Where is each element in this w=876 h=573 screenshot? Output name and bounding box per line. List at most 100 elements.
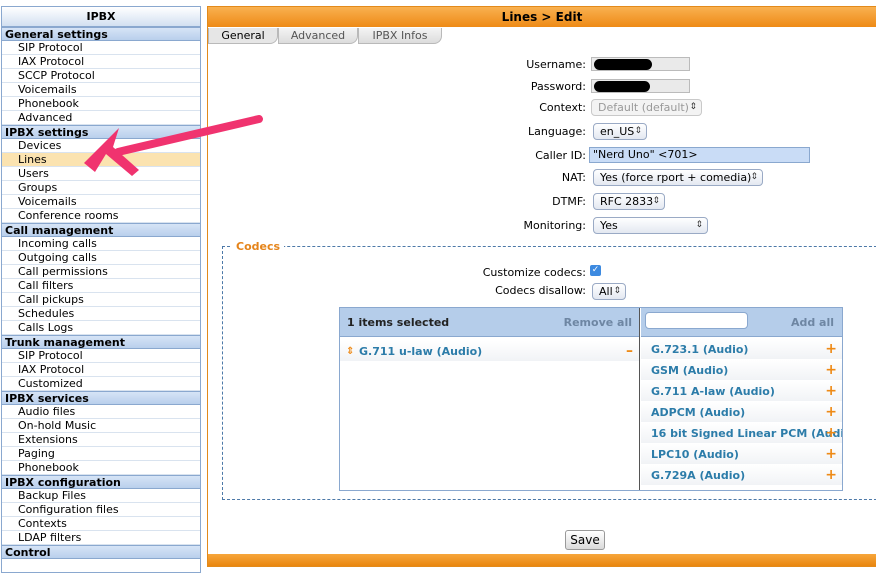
sidebar-title: IPBX — [2, 7, 200, 27]
sidebar-item-sccp-protocol[interactable]: SCCP Protocol — [2, 69, 200, 83]
customize-codecs-label: Customize codecs: — [482, 266, 586, 279]
sidebar-item-paging[interactable]: Paging — [2, 447, 200, 461]
sidebar-item-call-pickups[interactable]: Call pickups — [2, 293, 200, 307]
available-codec-item[interactable]: GSM (Audio) + — [641, 360, 842, 381]
dtmf-label: DTMF: — [552, 195, 586, 208]
sidebar-item-conference-rooms[interactable]: Conference rooms — [2, 209, 200, 223]
chevron-updown-icon: ⇕ — [613, 286, 621, 296]
sidebar-item-contexts[interactable]: Contexts — [2, 517, 200, 531]
sidebar-item-configuration-files[interactable]: Configuration files — [2, 503, 200, 517]
language-value: en_US — [600, 125, 635, 138]
sidebar-item-trunk-iax[interactable]: IAX Protocol — [2, 363, 200, 377]
remove-all-link[interactable]: Remove all — [564, 316, 632, 329]
nat-select[interactable]: Yes (force rport + comedia) ⇕ — [593, 169, 763, 186]
sidebar-section-ipbx-services[interactable]: IPBX services — [2, 391, 200, 405]
sidebar-item-lines[interactable]: Lines — [2, 153, 200, 167]
selected-codec-item[interactable]: ⇕ G.711 u-law (Audio) – — [340, 341, 639, 362]
nat-label: NAT: — [561, 171, 586, 184]
tab-general[interactable]: General — [208, 28, 278, 44]
password-label: Password: — [530, 80, 586, 93]
add-icon[interactable]: + — [825, 360, 837, 380]
sidebar-item-ldap-filters[interactable]: LDAP filters — [2, 531, 200, 545]
remove-icon[interactable]: – — [626, 341, 633, 361]
available-codecs-header: Add all — [641, 308, 842, 337]
sidebar-item-services-phonebook[interactable]: Phonebook — [2, 461, 200, 475]
sidebar-item-audio-files[interactable]: Audio files — [2, 405, 200, 419]
codec-search-input[interactable] — [645, 312, 748, 329]
sidebar-item-sip-protocol[interactable]: SIP Protocol — [2, 41, 200, 55]
codec-name: 16 bit Signed Linear PCM (Audio) — [651, 427, 842, 440]
codecs-disallow-select[interactable]: All ⇕ — [592, 283, 626, 300]
available-codec-item[interactable]: ADPCM (Audio) + — [641, 402, 842, 423]
redaction-mark — [594, 81, 650, 92]
tab-ipbx-infos[interactable]: IPBX Infos — [358, 28, 442, 44]
selected-count: 1 items selected — [347, 316, 450, 329]
chevron-updown-icon: ⇕ — [634, 126, 642, 136]
codecs-multiselect: 1 items selected Remove all ⇕ G.711 u-la… — [339, 307, 843, 491]
chevron-updown-icon: ⇕ — [652, 196, 660, 206]
callerid-label: Caller ID: — [535, 149, 586, 162]
available-codec-item[interactable]: G.729A (Audio) + — [641, 465, 842, 486]
sidebar-item-devices[interactable]: Devices — [2, 139, 200, 153]
selected-codecs-header: 1 items selected Remove all — [340, 308, 639, 337]
sidebar-item-call-filters[interactable]: Call filters — [2, 279, 200, 293]
add-icon[interactable]: + — [825, 444, 837, 464]
sidebar-section-trunk-management[interactable]: Trunk management — [2, 335, 200, 349]
sidebar-item-users[interactable]: Users — [2, 167, 200, 181]
context-label: Context: — [539, 101, 586, 114]
drag-handle-icon[interactable]: ⇕ — [346, 341, 354, 361]
add-icon[interactable]: + — [825, 402, 837, 422]
save-button[interactable]: Save — [565, 530, 605, 550]
sidebar-item-outgoing-calls[interactable]: Outgoing calls — [2, 251, 200, 265]
codec-name: G.711 A-law (Audio) — [651, 385, 775, 398]
codec-name: ADPCM (Audio) — [651, 406, 746, 419]
add-icon[interactable]: + — [825, 465, 837, 485]
codec-name: G.723.1 (Audio) — [651, 343, 749, 356]
sidebar-item-extensions[interactable]: Extensions — [2, 433, 200, 447]
sidebar-item-call-permissions[interactable]: Call permissions — [2, 265, 200, 279]
add-icon[interactable]: + — [825, 381, 837, 401]
sidebar-section-ipbx-settings[interactable]: IPBX settings — [2, 125, 200, 139]
customize-codecs-checkbox[interactable]: ✓ — [590, 265, 601, 276]
sidebar-item-iax-protocol[interactable]: IAX Protocol — [2, 55, 200, 69]
sidebar-item-voicemails-ipbx[interactable]: Voicemails — [2, 195, 200, 209]
sidebar-item-calls-logs[interactable]: Calls Logs — [2, 321, 200, 335]
sidebar-item-advanced[interactable]: Advanced — [2, 111, 200, 125]
sidebar-section-ipbx-configuration[interactable]: IPBX configuration — [2, 475, 200, 489]
sidebar-section-call-management[interactable]: Call management — [2, 223, 200, 237]
nat-value: Yes (force rport + comedia) — [600, 171, 752, 184]
available-codec-item[interactable]: LPC10 (Audio) + — [641, 444, 842, 465]
monitoring-select[interactable]: Yes ⇕ — [593, 217, 708, 234]
callerid-input[interactable]: "Nerd Uno" <701> — [589, 147, 810, 163]
available-codec-item[interactable]: 16 bit Signed Linear PCM (Audio) + — [641, 423, 842, 444]
codec-name: LPC10 (Audio) — [651, 448, 739, 461]
footer-bar — [208, 554, 876, 566]
chevron-updown-icon: ⇕ — [750, 172, 758, 182]
tab-advanced[interactable]: Advanced — [278, 28, 358, 44]
add-icon[interactable]: + — [825, 423, 837, 443]
sidebar-item-trunk-customized[interactable]: Customized — [2, 377, 200, 391]
context-value: Default (default) — [598, 101, 689, 114]
monitoring-label: Monitoring: — [523, 219, 586, 232]
dtmf-select[interactable]: RFC 2833 ⇕ — [593, 193, 665, 210]
sidebar-item-incoming-calls[interactable]: Incoming calls — [2, 237, 200, 251]
chevron-updown-icon: ⇕ — [689, 102, 697, 112]
password-field[interactable] — [591, 79, 690, 93]
sidebar-item-voicemails[interactable]: Voicemails — [2, 83, 200, 97]
username-field[interactable] — [591, 57, 690, 71]
sidebar-item-trunk-sip[interactable]: SIP Protocol — [2, 349, 200, 363]
sidebar-section-general-settings[interactable]: General settings — [2, 27, 200, 41]
available-codec-item[interactable]: G.711 A-law (Audio) + — [641, 381, 842, 402]
sidebar-item-schedules[interactable]: Schedules — [2, 307, 200, 321]
language-select[interactable]: en_US ⇕ — [593, 123, 647, 140]
sidebar-item-phonebook[interactable]: Phonebook — [2, 97, 200, 111]
sidebar-item-backup-files[interactable]: Backup Files — [2, 489, 200, 503]
sidebar-section-control[interactable]: Control — [2, 545, 200, 559]
sidebar: IPBX General settings SIP Protocol IAX P… — [1, 6, 201, 573]
sidebar-item-groups[interactable]: Groups — [2, 181, 200, 195]
codec-name: GSM (Audio) — [651, 364, 729, 377]
add-all-link[interactable]: Add all — [791, 316, 834, 329]
available-codec-item[interactable]: G.723.1 (Audio) + — [641, 339, 842, 360]
sidebar-item-on-hold-music[interactable]: On-hold Music — [2, 419, 200, 433]
add-icon[interactable]: + — [825, 339, 837, 359]
